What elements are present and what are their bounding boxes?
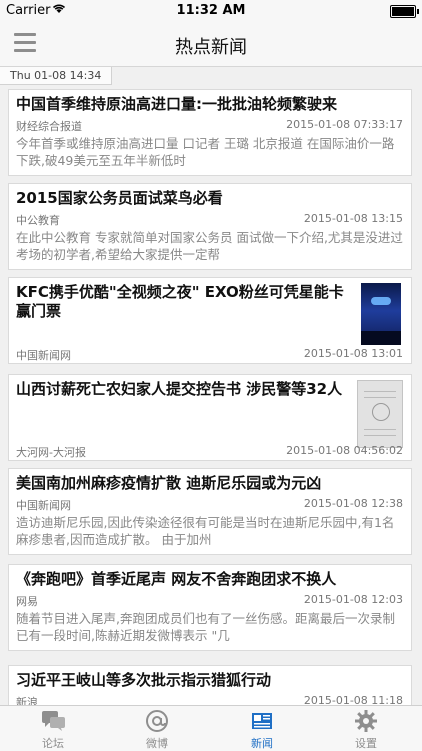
tab-bar: 论坛 微博 新闻 设置 (0, 705, 422, 751)
chat-bubbles-icon (41, 709, 65, 733)
news-summary: 在此中公教育 专家就简单对国家公务员 面试做一下介绍,尤其是没进过考场的初学者,… (16, 230, 403, 262)
news-time: 2015-01-08 13:15 (303, 212, 403, 225)
news-source: 新浪 (16, 696, 38, 705)
battery-icon (390, 5, 419, 18)
page-title: 热点新闻 (175, 37, 247, 58)
news-headline: 美国南加州麻疹疫情扩散 迪斯尼乐园或为元凶 (16, 474, 322, 492)
news-summary: 随着节目进入尾声,奔跑团成员们也有了一丝伤感。距离最后一次录制已有一段时间,陈赫… (16, 611, 395, 643)
tab-forum[interactable]: 论坛 (13, 706, 93, 751)
news-card[interactable]: 2015国家公务员面试菜鸟必看 中公教育 2015-01-08 13:15 在此… (8, 183, 412, 270)
news-time: 2015-01-08 11:18 (303, 694, 403, 705)
news-source: 大河网-大河报 (16, 446, 86, 459)
news-summary: 造访迪斯尼乐园,因此传染途径很有可能是当时在迪斯尼乐园中,有1名麻疹患者,因而造… (16, 515, 395, 547)
tab-label: 新闻 (251, 737, 273, 750)
news-headline: 2015国家公务员面试菜鸟必看 (16, 189, 223, 207)
tab-label: 论坛 (42, 737, 64, 750)
news-list[interactable]: Thu 01-08 14:34 中国首季维持原油高进口量:一批批油轮频繁驶来 财… (0, 67, 422, 705)
news-card[interactable]: 山西讨薪死亡农妇家人提交控告书 涉民警等32人 大河网-大河报 2015-01-… (8, 374, 412, 461)
news-card[interactable]: 中国首季维持原油高进口量:一批批油轮频繁驶来 财经综合报道 2015-01-08… (8, 89, 412, 176)
clock: 11:32 AM (176, 3, 246, 18)
navigation-bar: 热点新闻 (0, 22, 422, 67)
news-source: 中国新闻网 (16, 499, 71, 512)
news-thumbnail (357, 380, 403, 448)
news-time: 2015-01-08 12:38 (303, 497, 403, 510)
date-tag: Thu 01-08 14:34 (0, 67, 113, 85)
news-card[interactable]: 《奔跑吧》首季近尾声 网友不舍奔跑团求不换人 网易 2015-01-08 12:… (8, 564, 412, 651)
news-summary: 今年首季或维持原油高进口量 口记者 王璐 北京报道 在国际油价一路下跌,破49美… (16, 136, 395, 168)
news-card[interactable]: 美国南加州麻疹疫情扩散 迪斯尼乐园或为元凶 中国新闻网 2015-01-08 1… (8, 468, 412, 555)
news-source: 财经综合报道 (16, 120, 82, 133)
news-source: 中国新闻网 (16, 349, 71, 362)
newspaper-icon (250, 709, 274, 733)
news-thumbnail (361, 283, 401, 345)
at-sign-icon (145, 709, 169, 733)
tab-weibo[interactable]: 微博 (117, 706, 197, 751)
news-time: 2015-01-08 07:33:17 (286, 118, 403, 131)
news-card[interactable]: KFC携手优酷"全视频之夜" EXO粉丝可凭星能卡赢门票 中国新闻网 2015-… (8, 277, 412, 364)
status-bar: Carrier 11:32 AM (0, 0, 422, 22)
news-time: 2015-01-08 04:56:02 (286, 444, 403, 457)
news-headline: 山西讨薪死亡农妇家人提交控告书 涉民警等32人 (16, 380, 343, 398)
news-source: 中公教育 (16, 214, 60, 227)
news-card[interactable]: 习近平王岐山等多次批示指示猎狐行动 新浪 2015-01-08 11:18 (8, 665, 412, 705)
tab-settings[interactable]: 设置 (326, 706, 406, 751)
tab-label: 设置 (355, 737, 377, 750)
news-source: 网易 (16, 595, 38, 608)
news-headline: 中国首季维持原油高进口量:一批批油轮频繁驶来 (16, 95, 338, 113)
news-headline: 习近平王岐山等多次批示指示猎狐行动 (16, 671, 272, 689)
tab-label: 微博 (146, 737, 168, 750)
gear-icon (354, 709, 378, 733)
tab-news[interactable]: 新闻 (222, 706, 302, 751)
news-headline: 《奔跑吧》首季近尾声 网友不舍奔跑团求不换人 (16, 570, 337, 588)
news-headline: KFC携手优酷"全视频之夜" EXO粉丝可凭星能卡赢门票 (16, 283, 344, 320)
news-time: 2015-01-08 13:01 (303, 347, 403, 360)
news-time: 2015-01-08 12:03 (303, 593, 403, 606)
